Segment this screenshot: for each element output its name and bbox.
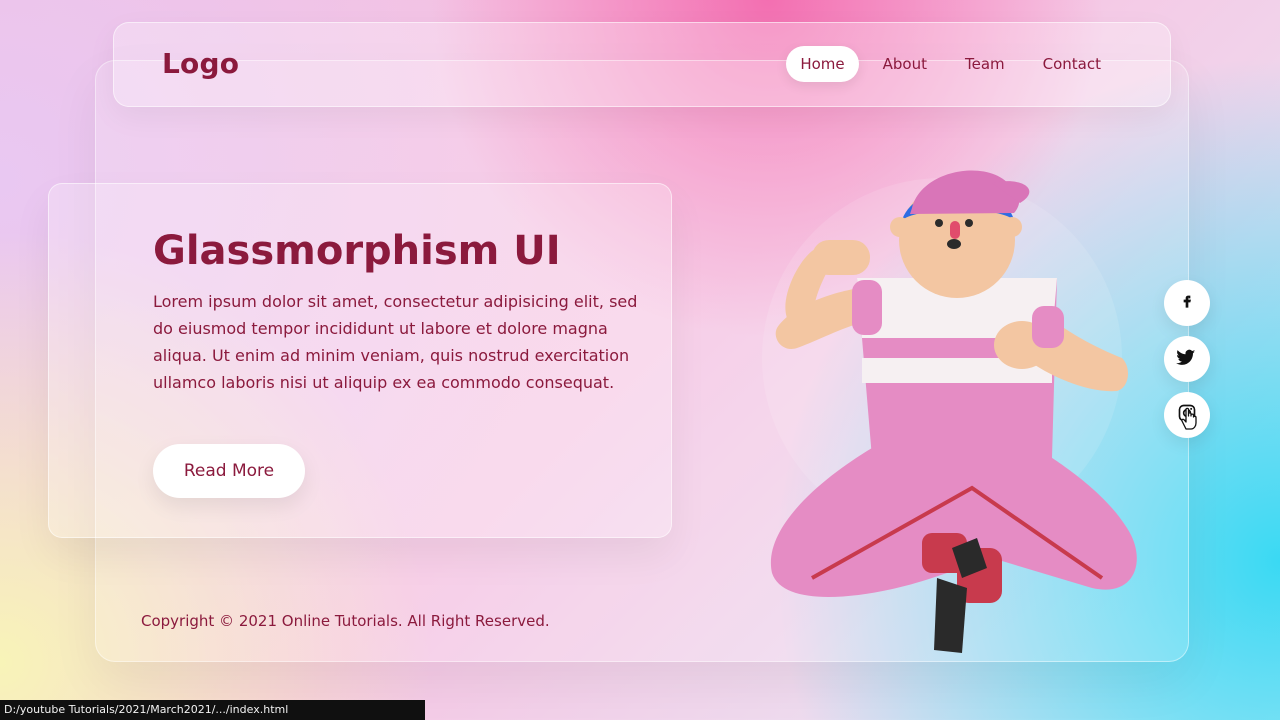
nav-item-contact[interactable]: Contact	[1029, 46, 1115, 82]
nav-item-home[interactable]: Home	[786, 46, 859, 82]
facebook-button[interactable]	[1164, 280, 1210, 326]
copyright-text: Copyright © 2021 Online Tutorials. All R…	[141, 612, 550, 630]
read-more-button[interactable]: Read More	[153, 444, 305, 498]
navbar: Logo Home About Team Contact	[113, 22, 1171, 107]
hero-paragraph: Lorem ipsum dolor sit amet, consectetur …	[153, 292, 638, 392]
browser-status-url: D:/youtube Tutorials/2021/March2021/.../…	[0, 700, 425, 720]
hero-title: Glassmorphism UI	[153, 228, 561, 274]
hand-cursor-icon	[1178, 405, 1200, 435]
character-illustration	[752, 148, 1152, 668]
bird-icon	[1176, 346, 1198, 372]
nav-menu: Home About Team Contact	[786, 46, 1115, 82]
twitter-button[interactable]	[1164, 336, 1210, 382]
facebook-icon	[1179, 292, 1195, 314]
logo[interactable]: Logo	[162, 47, 239, 80]
content-card: Glassmorphism UI Lorem ipsum dolor sit a…	[48, 183, 672, 538]
nav-item-about[interactable]: About	[869, 46, 941, 82]
nav-item-team[interactable]: Team	[951, 46, 1019, 82]
